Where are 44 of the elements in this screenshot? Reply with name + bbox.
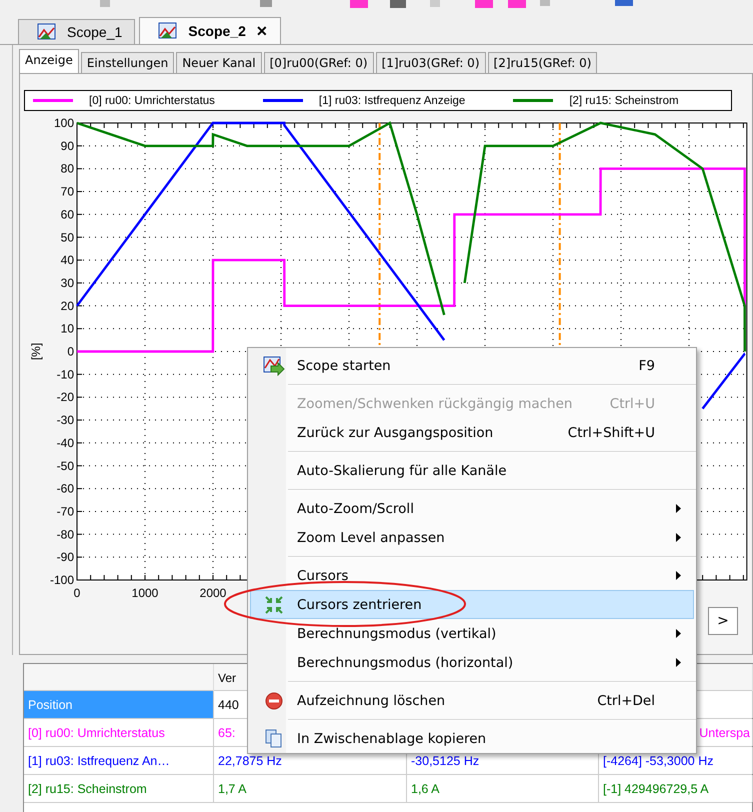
y-tick-label: 100 — [54, 116, 74, 130]
table-cell: Unterspa — [699, 726, 750, 740]
tab-label: Scope_2 — [188, 23, 246, 39]
table-cell: -30,5125 Hz — [411, 754, 480, 768]
y-tick-label: 90 — [60, 138, 74, 153]
y-tick-label: -50 — [56, 458, 74, 473]
y-tick-label: -80 — [56, 527, 74, 542]
shortcut-label: Ctrl+Shift+U — [568, 424, 655, 440]
y-tick-label: 10 — [60, 322, 74, 336]
y-tick-label: -70 — [56, 504, 74, 518]
table-cell: 1,7 A — [218, 782, 246, 796]
table-cell: 440 — [218, 698, 239, 712]
y-tick-label: -10 — [56, 367, 74, 382]
table-cell: [-4264] -53,3000 Hz — [603, 754, 714, 768]
y-tick-label: 0 — [67, 344, 74, 358]
tab-label: Scope_1 — [67, 24, 122, 40]
legend-label: [0] ru00: Umrichterstatus — [89, 94, 215, 106]
x-tick-label: 1000 — [132, 586, 158, 600]
y-tick-label: -40 — [56, 436, 74, 450]
y-axis-label: [%] — [29, 342, 43, 360]
x-tick-label: 0 — [74, 586, 80, 600]
shortcut-label: F9 — [638, 358, 655, 374]
column-header: Ver — [218, 671, 236, 685]
y-tick-label: 30 — [60, 276, 74, 290]
x-tick-label: 2000 — [200, 586, 226, 600]
table-cell: 65: — [218, 726, 236, 740]
table-cell: 22,7875 Hz — [218, 754, 282, 768]
table-cell: [-1] 429496729,5 A — [603, 782, 709, 796]
shortcut-label: Ctrl+Del — [597, 692, 655, 708]
y-tick-label: -20 — [56, 390, 74, 404]
y-tick-label: 60 — [60, 207, 74, 222]
y-tick-label: 20 — [60, 298, 74, 313]
y-tick-label: 40 — [60, 253, 74, 268]
table-cell: 1,6 A — [411, 782, 440, 796]
legend-label: [1] ru03: Istfrequenz Anzeige — [318, 94, 466, 106]
y-tick-label: -60 — [56, 482, 74, 496]
y-tick-label: -30 — [56, 413, 74, 428]
y-tick-label: -100 — [50, 573, 74, 587]
y-tick-label: -90 — [56, 550, 74, 564]
legend-label: [2] ru15: Scheinstrom — [569, 94, 679, 106]
y-tick-label: 50 — [60, 230, 74, 244]
y-tick-label: 80 — [60, 162, 74, 176]
y-tick-label: 70 — [60, 184, 74, 199]
shortcut-label: Ctrl+U — [610, 396, 655, 412]
